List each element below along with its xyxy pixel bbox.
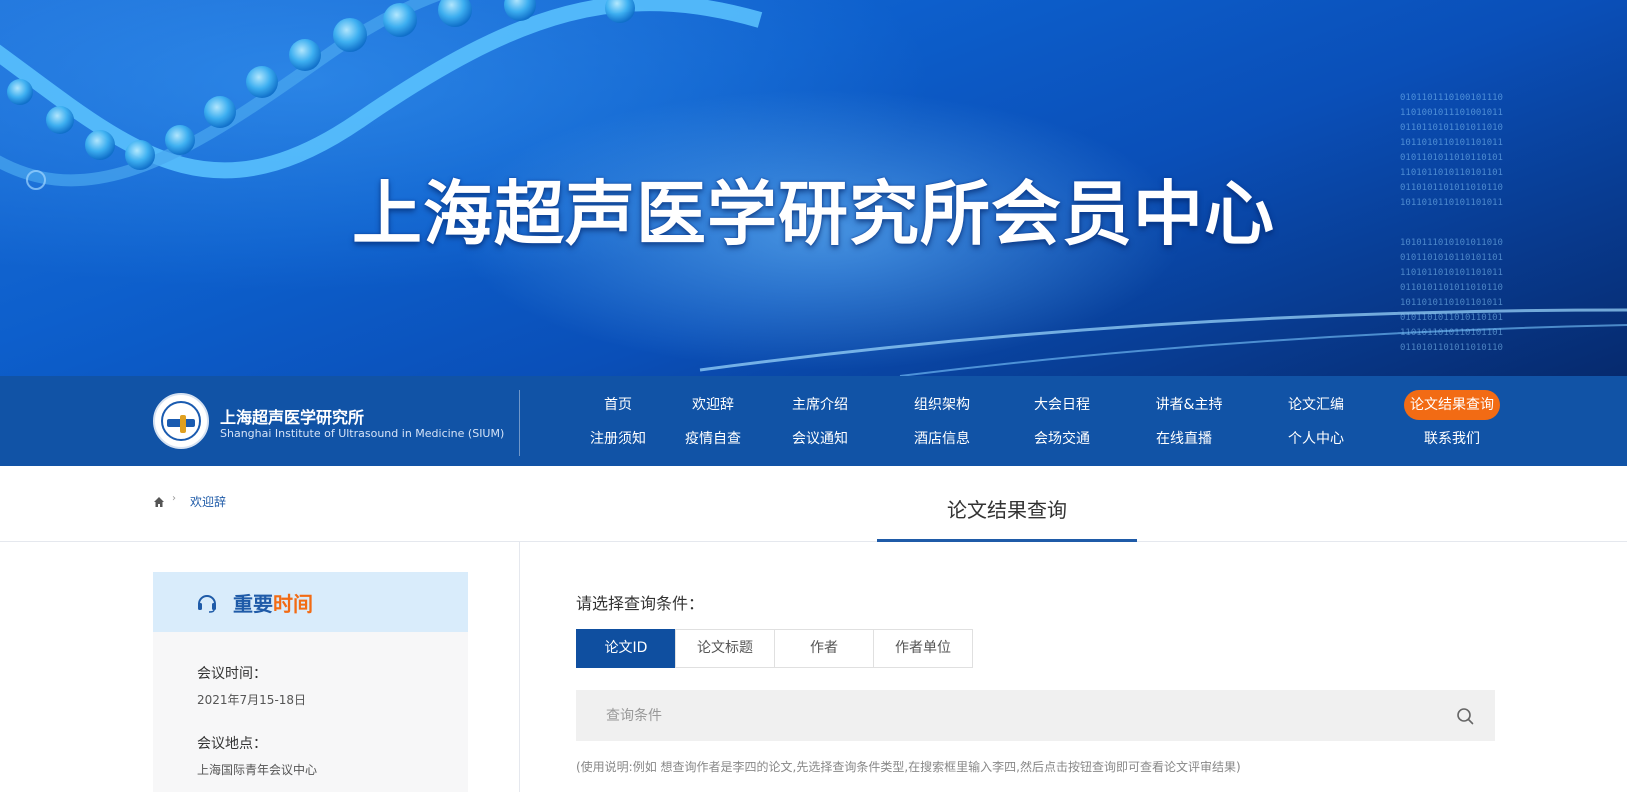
nav-paper-results[interactable]: 论文结果查询 [1404,390,1500,420]
svg-text:0110110101101011010: 0110110101101011010 [1400,123,1503,133]
meeting-time-value: 2021年7月15-18日 [197,693,307,707]
title-underline [877,539,1137,542]
svg-text:1101011010101101011: 1101011010101101011 [1400,268,1503,278]
nav-registration[interactable]: 注册须知 [590,424,646,454]
headset-icon [198,595,216,613]
nav-live[interactable]: 在线直播 [1156,424,1212,454]
breadcrumb-current[interactable]: 欢迎辞 [190,493,226,510]
nav-transport[interactable]: 会场交通 [1034,424,1090,454]
nav-home[interactable]: 首页 [604,390,632,420]
tab-author-affiliation[interactable]: 作者单位 [873,629,973,668]
nav-notice[interactable]: 会议通知 [792,424,848,454]
search-icon [1457,708,1474,725]
tab-paper-title[interactable]: 论文标题 [675,629,775,668]
tab-author[interactable]: 作者 [774,629,874,668]
svg-text:0101101011010110101: 0101101011010110101 [1400,313,1503,323]
nav-schedule[interactable]: 大会日程 [1034,390,1090,420]
content-divider [519,542,520,792]
meeting-time-label: 会议时间： [197,666,267,682]
torch-icon [180,415,186,433]
search-button[interactable] [1446,700,1484,732]
svg-text:1101001011101001011: 1101001011101001011 [1400,108,1503,118]
page-title: 论文结果查询 [947,498,1067,522]
nav-contact[interactable]: 联系我们 [1424,424,1480,454]
svg-text:0101101110100101110: 0101101110100101110 [1400,93,1503,103]
nav-chairman[interactable]: 主席介绍 [792,390,848,420]
nav-organization[interactable]: 组织架构 [914,390,970,420]
usage-instruction: (使用说明:例如 想查询作者是李四的论文,先选择查询条件类型,在搜索框里输入李四… [576,760,1241,774]
title-part-important: 重要 [233,592,273,616]
subheader: › 欢迎辞 论文结果查询 [0,466,1627,542]
meeting-place-value: 上海国际青年会议中心 [197,763,318,777]
nav-speakers[interactable]: 讲者&主持 [1156,390,1223,420]
banner-title: 上海超声医学研究所会员中心 [352,173,1275,255]
breadcrumb-separator: › [172,493,176,504]
important-dates-title: 重要时间 [233,588,313,617]
svg-text:0110101101011010110: 0110101101011010110 [1400,283,1503,293]
nav-profile[interactable]: 个人中心 [1288,424,1344,454]
tab-paper-id[interactable]: 论文ID [576,629,676,668]
nav-hotel[interactable]: 酒店信息 [914,424,970,454]
nav-health-check[interactable]: 疫情自查 [685,424,741,454]
logo-ring [161,401,201,441]
important-dates-card: 重要时间 会议时间： 2021年7月15-18日 会议地点： 上海国际青年会议中… [153,572,468,792]
svg-text:1011010110101101011: 1011010110101101011 [1400,298,1503,308]
meeting-place-label: 会议地点： [197,736,267,752]
svg-text:0110101101011010110: 0110101101011010110 [1400,343,1503,353]
org-name-cn: 上海超声医学研究所 [220,408,365,427]
svg-text:1011010110101101011: 1011010110101101011 [1400,138,1503,148]
nav-divider [519,390,520,456]
query-type-tabs: 论文ID 论文标题 作者 作者单位 [576,629,973,668]
nav-welcome[interactable]: 欢迎辞 [692,390,734,420]
query-prompt: 请选择查询条件： [576,594,705,613]
search-input[interactable] [576,690,1436,741]
important-dates-header: 重要时间 [153,572,468,632]
home-icon[interactable] [153,496,165,508]
org-name-en: Shanghai Institute of Ultrasound in Medi… [220,427,505,440]
nav-papers[interactable]: 论文汇编 [1288,390,1344,420]
title-part-time: 时间 [273,592,313,616]
hero-banner: 0101101110100101110 1101001011101001011 … [0,0,1627,376]
search-box [576,690,1495,741]
main-navbar: 上海超声医学研究所 Shanghai Institute of Ultrasou… [0,376,1627,466]
sium-logo[interactable] [153,393,209,449]
